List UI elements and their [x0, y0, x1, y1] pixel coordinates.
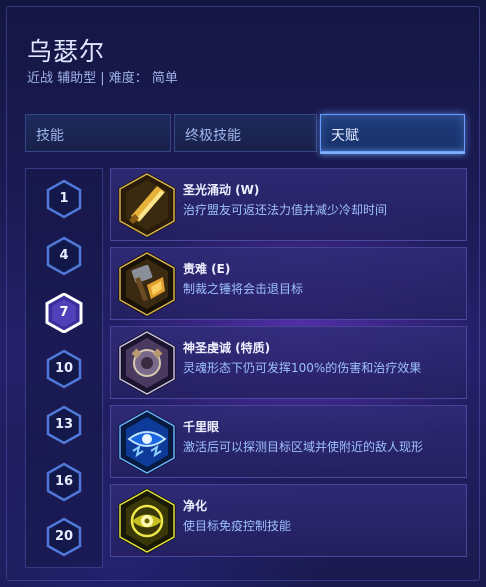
talent-tier-column: 1 4 7 10 13 16 20	[25, 168, 103, 568]
tab-heroic-abilities[interactable]: 终极技能	[174, 114, 317, 152]
talent-name: 千里眼	[183, 420, 220, 434]
tier-label: 7	[59, 305, 69, 320]
tier-label: 4	[59, 248, 69, 263]
talent-description: 治疗盟友可返还法力值并减少冷却时间	[183, 203, 388, 217]
tab-talents[interactable]: 天赋	[320, 114, 465, 154]
talent-name: 净化	[183, 499, 208, 513]
talent-row-cleanse[interactable]: 净化 使目标免疫控制技能	[110, 484, 467, 557]
talent-description: 激活后可以探测目标区域并使附近的敌人现形	[183, 440, 424, 454]
talent-name: 圣光涌动 (W)	[183, 183, 260, 197]
cleanse-icon	[117, 488, 177, 554]
hammer-of-justice-icon	[117, 251, 177, 317]
tier-label: 16	[54, 474, 74, 489]
talent-description: 使目标免疫控制技能	[183, 519, 292, 533]
talent-row-reprisal[interactable]: 责难 (E) 制裁之锤将会击退目标	[110, 247, 467, 320]
talent-name: 神圣虔诚 (特质)	[183, 341, 271, 355]
talent-row-clairvoyance[interactable]: 千里眼 激活后可以探测目标区域并使附近的敌人现形	[110, 405, 467, 478]
tier-button-1[interactable]: 1	[45, 179, 83, 219]
tier-label: 20	[54, 529, 74, 544]
tier-button-4[interactable]: 4	[45, 236, 83, 276]
hero-name: 乌瑟尔	[27, 37, 106, 66]
talent-name: 责难 (E)	[183, 262, 231, 276]
tab-bar: 技能 终极技能 天赋	[25, 114, 465, 154]
tier-label: 10	[54, 361, 74, 376]
talent-description: 灵魂形态下仍可发挥100%的伤害和治疗效果	[183, 361, 422, 375]
talent-description: 制裁之锤将会击退目标	[183, 282, 304, 296]
tier-button-16[interactable]: 16	[45, 462, 83, 502]
tier-button-7[interactable]: 7	[45, 293, 83, 333]
clairvoyance-icon	[117, 409, 177, 475]
tier-button-13[interactable]: 13	[45, 405, 83, 445]
hero-subtitle: 近战 辅助型 | 难度： 简单	[27, 71, 178, 86]
tier-button-10[interactable]: 10	[45, 349, 83, 389]
tier-button-20[interactable]: 20	[45, 517, 83, 557]
divine-devotion-icon	[117, 330, 177, 396]
talent-row-divine-devotion[interactable]: 神圣虔诚 (特质) 灵魂形态下仍可发挥100%的伤害和治疗效果	[110, 326, 467, 399]
holy-light-surge-icon	[117, 172, 177, 238]
tier-label: 1	[59, 191, 69, 206]
talent-row-holy-radiance[interactable]: 圣光涌动 (W) 治疗盟友可返还法力值并减少冷却时间	[110, 168, 467, 241]
tab-abilities[interactable]: 技能	[25, 114, 171, 152]
tier-label: 13	[54, 417, 74, 432]
